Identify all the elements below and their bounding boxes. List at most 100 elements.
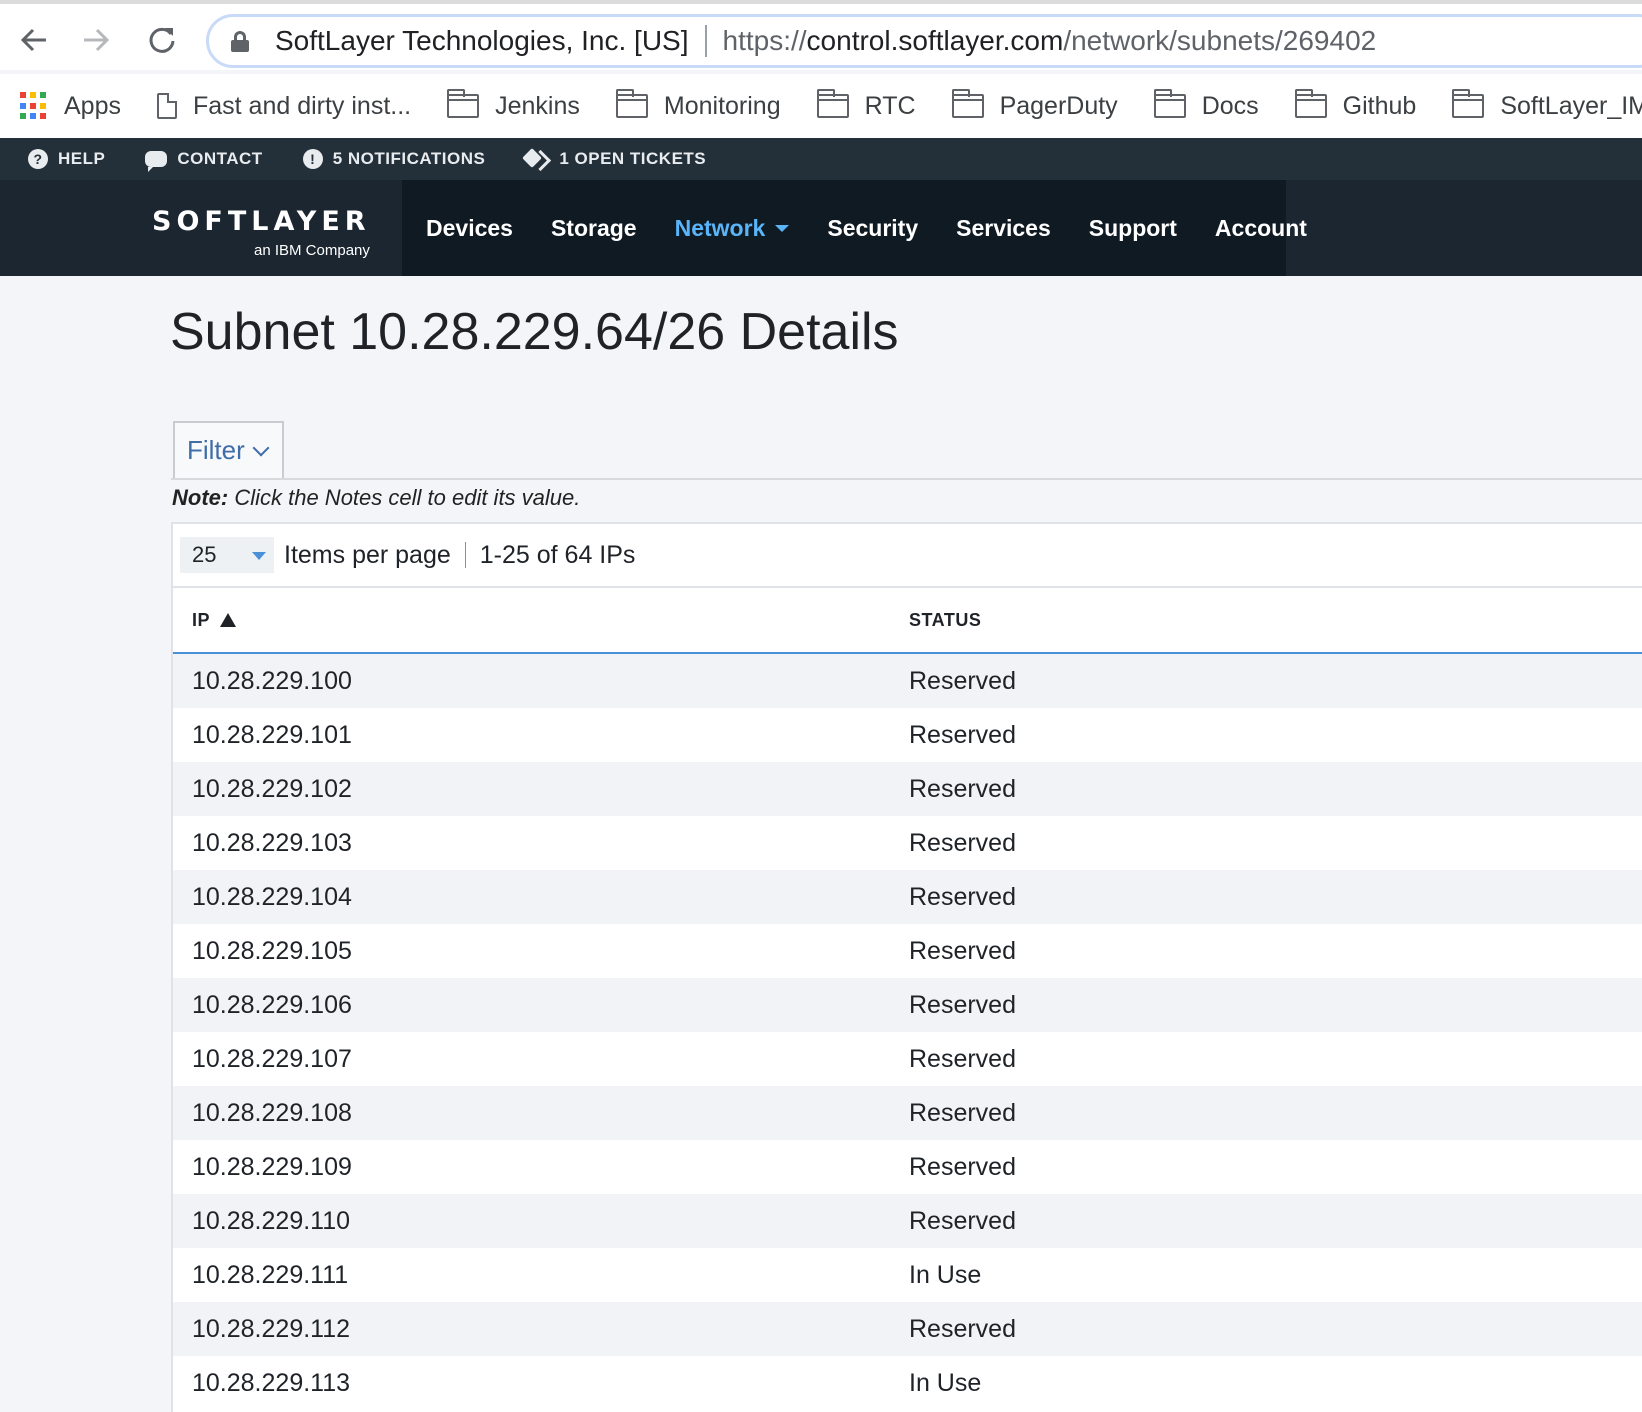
- folder-icon: [615, 89, 648, 118]
- help-link[interactable]: ? HELP: [28, 149, 105, 169]
- ip-cell: 10.28.229.102: [192, 774, 352, 803]
- nav-network[interactable]: Network: [675, 215, 790, 242]
- ip-cell: 10.28.229.111: [192, 1260, 349, 1289]
- pagination-bar: 25 Items per page 1-25 of 64 IPs: [173, 524, 1642, 588]
- contact-link[interactable]: CONTACT: [145, 149, 263, 172]
- bookmark-jenkins[interactable]: Jenkins: [447, 89, 580, 121]
- bookmark-fast-and-dirty[interactable]: Fast and dirty inst...: [156, 91, 412, 121]
- bookmark-monitoring[interactable]: Monitoring: [615, 89, 781, 121]
- bookmark-softlayer-im[interactable]: SoftLayer_IM: [1452, 89, 1642, 121]
- column-header-status[interactable]: STATUS: [909, 610, 1642, 631]
- ip-cell: 10.28.229.107: [192, 1044, 352, 1073]
- status-cell: Reserved: [909, 666, 1016, 695]
- sort-ascending-icon: [220, 613, 237, 627]
- caret-down-icon: [775, 224, 790, 232]
- ip-cell: 10.28.229.103: [192, 828, 352, 857]
- ip-cell: 10.28.229.112: [192, 1314, 351, 1343]
- folder-icon: [1452, 89, 1485, 118]
- bookmark-label: Monitoring: [663, 91, 781, 120]
- nav-support[interactable]: Support: [1089, 215, 1177, 242]
- apps-grid-icon: [20, 92, 48, 120]
- bookmark-github[interactable]: Github: [1294, 89, 1417, 121]
- contact-label: CONTACT: [177, 149, 263, 168]
- ip-cell: 10.28.229.100: [192, 666, 352, 695]
- bookmark-label: Fast and dirty inst...: [192, 91, 412, 120]
- note-text: Click the Notes cell to edit its value.: [228, 485, 581, 510]
- table-row: 10.28.229.100 Reserved: [173, 654, 1642, 708]
- softlayer-logo[interactable]: SOFTLAYER an IBM Company: [152, 206, 371, 259]
- folder-icon: [1153, 89, 1186, 118]
- table-row: 10.28.229.113 In Use: [173, 1356, 1642, 1410]
- chevron-down-icon: [252, 439, 270, 456]
- status-cell: Reserved: [909, 828, 1016, 857]
- column-ip-label: IP: [192, 609, 211, 630]
- url-host: control.softlayer.com: [806, 25, 1064, 56]
- note-label: Note:: [172, 485, 229, 510]
- ip-cell: 10.28.229.106: [192, 990, 352, 1019]
- tags-icon: [525, 151, 547, 167]
- nav-menu: Devices Storage Network Security Service…: [402, 180, 1307, 276]
- column-header-ip[interactable]: IP: [173, 610, 909, 631]
- table-body: 10.28.229.100 Reserved 10.28.229.101 Reser…: [173, 654, 1642, 1410]
- bookmark-label: RTC: [864, 91, 916, 120]
- alert-icon: !: [302, 149, 323, 169]
- ip-cell: 10.28.229.101: [192, 720, 352, 749]
- site-identity: SoftLayer Technologies, Inc. [US]: [275, 25, 689, 56]
- status-cell: Reserved: [909, 882, 1016, 911]
- table-row: 10.28.229.101 Reserved: [173, 708, 1642, 762]
- page-icon: [156, 93, 177, 119]
- status-cell: In Use: [909, 1368, 982, 1397]
- notifications-link[interactable]: ! 5 NOTIFICATIONS: [302, 149, 486, 169]
- page-title: Subnet 10.28.229.64/26 Details: [170, 303, 899, 361]
- bookmark-label: SoftLayer_IM: [1500, 91, 1642, 120]
- status-cell: Reserved: [909, 1314, 1016, 1343]
- reload-icon[interactable]: [140, 18, 184, 62]
- status-cell: In Use: [909, 1260, 982, 1289]
- omnibox-divider: [704, 25, 707, 57]
- open-tickets-label: 1 OPEN TICKETS: [559, 149, 707, 168]
- status-cell: Reserved: [909, 774, 1016, 803]
- table-row: 10.28.229.102 Reserved: [173, 762, 1642, 816]
- utility-bar: ? HELP CONTACT ! 5 NOTIFICATIONS 1 OPEN …: [0, 138, 1642, 180]
- address-bar[interactable]: SoftLayer Technologies, Inc. [US] https:…: [206, 14, 1642, 68]
- chat-bubble-icon: [145, 151, 168, 172]
- ip-cell: 10.28.229.108: [192, 1098, 352, 1127]
- per-page-label: Items per page: [284, 540, 451, 569]
- open-tickets-link[interactable]: 1 OPEN TICKETS: [525, 149, 706, 169]
- nav-account[interactable]: Account: [1215, 215, 1307, 242]
- nav-security[interactable]: Security: [827, 215, 918, 242]
- bookmark-apps[interactable]: Apps: [20, 92, 121, 121]
- table-row: 10.28.229.107 Reserved: [173, 1032, 1642, 1086]
- filter-label: Filter: [187, 435, 245, 465]
- status-cell: Reserved: [909, 936, 1016, 965]
- back-arrow-icon[interactable]: [12, 18, 56, 62]
- table-row: 10.28.229.109 Reserved: [173, 1140, 1642, 1194]
- folder-icon: [1294, 89, 1327, 118]
- help-label: HELP: [58, 149, 106, 168]
- table-row: 10.28.229.105 Reserved: [173, 924, 1642, 978]
- help-icon: ?: [28, 149, 48, 169]
- bookmark-label: Jenkins: [495, 91, 580, 120]
- notifications-label: 5 NOTIFICATIONS: [332, 149, 486, 168]
- bookmark-rtc[interactable]: RTC: [816, 89, 916, 121]
- forward-arrow-icon[interactable]: [74, 18, 118, 62]
- table-row: 10.28.229.103 Reserved: [173, 816, 1642, 870]
- bookmark-label: Github: [1342, 91, 1417, 120]
- table-row: 10.28.229.108 Reserved: [173, 1086, 1642, 1140]
- dropdown-arrow-icon: [252, 552, 266, 560]
- bookmarks-bar: Apps Fast and dirty inst... Jenkins Moni…: [0, 74, 1642, 138]
- ip-cell: 10.28.229.110: [192, 1206, 351, 1235]
- status-cell: Reserved: [909, 720, 1016, 749]
- bookmark-docs[interactable]: Docs: [1153, 89, 1259, 121]
- nav-services[interactable]: Services: [956, 215, 1051, 242]
- items-per-page-select[interactable]: 25: [180, 537, 274, 573]
- folder-icon: [447, 89, 480, 118]
- nav-devices[interactable]: Devices: [426, 215, 513, 242]
- nav-storage[interactable]: Storage: [551, 215, 637, 242]
- bookmark-pagerduty[interactable]: PagerDuty: [951, 89, 1118, 121]
- status-cell: Reserved: [909, 1044, 1016, 1073]
- status-cell: Reserved: [909, 1152, 1016, 1181]
- ip-cell: 10.28.229.113: [192, 1368, 351, 1397]
- filter-button[interactable]: Filter: [173, 421, 284, 478]
- edit-note: Note: Click the Notes cell to edit its v…: [172, 485, 580, 511]
